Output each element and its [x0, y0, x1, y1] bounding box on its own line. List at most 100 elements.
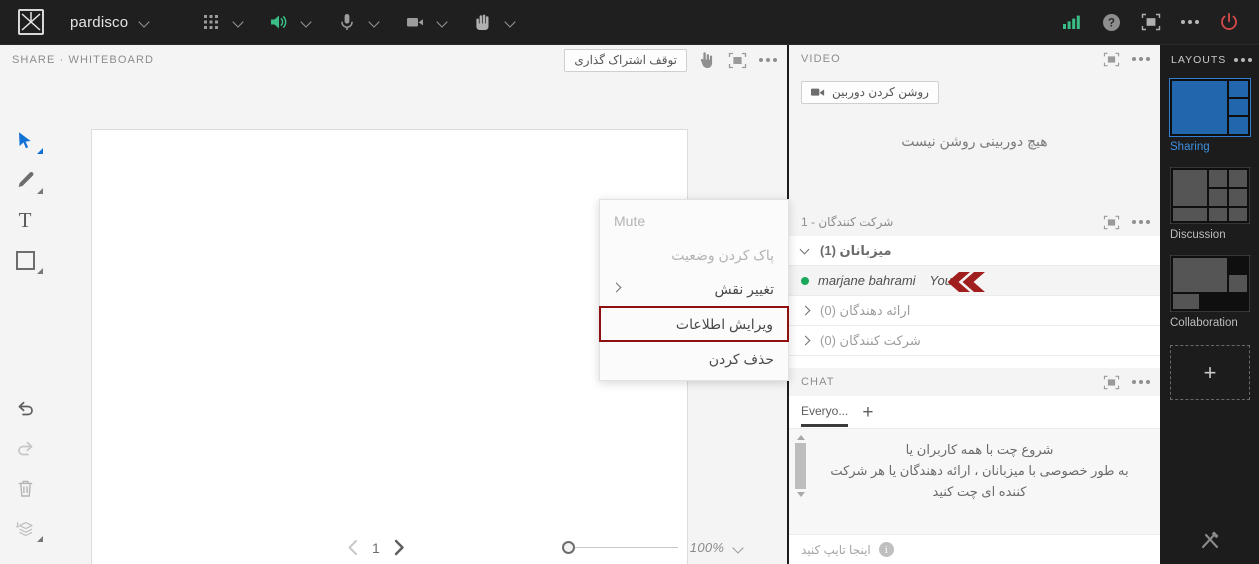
raise-hand-button[interactable] [472, 0, 494, 45]
chat-tab-everyone[interactable]: Everyo... [801, 398, 849, 427]
popout-icon[interactable] [1103, 375, 1120, 390]
tool-options-corner-icon [37, 268, 43, 274]
no-camera-message: هیچ دوربینی روشن نیست [901, 133, 1048, 149]
tools-button[interactable] [1161, 522, 1259, 558]
participants-group-attendees[interactable]: شرکت کنندگان (0) [789, 326, 1160, 356]
add-layout-button[interactable]: + [1170, 345, 1250, 400]
camera-dropdown[interactable] [436, 0, 450, 45]
signal-bars-icon[interactable] [1062, 12, 1082, 32]
chevron-down-icon [801, 246, 811, 256]
context-menu-item-remove[interactable]: حذف کردن [600, 342, 788, 376]
camera-button[interactable] [404, 0, 426, 45]
chevron-down-icon [436, 15, 450, 29]
context-menu-item-clear-status: پاک کردن وضعیت [600, 238, 788, 272]
layout-item-collaboration[interactable]: Collaboration [1161, 254, 1259, 339]
text-tool-button[interactable]: T [0, 200, 50, 240]
apps-grid-dropdown[interactable] [232, 0, 246, 45]
prev-page-button[interactable] [345, 538, 362, 557]
raised-hand-icon [476, 14, 489, 30]
layout-thumbnail-collaboration [1169, 254, 1251, 313]
participants-group-hosts[interactable]: میزبانان (1) [789, 236, 1160, 266]
next-page-button[interactable] [390, 538, 407, 557]
shape-tool-button[interactable] [0, 240, 50, 280]
chat-pod-title: CHAT [801, 376, 835, 388]
camera-icon [811, 88, 825, 96]
layout-item-sharing[interactable]: Sharing [1161, 78, 1259, 163]
more-dots-icon[interactable] [759, 58, 777, 62]
turn-on-camera-button[interactable]: روشن کردن دوربین [801, 81, 939, 104]
chat-empty-message: شروع چت با همه کاربران یا به طور خصوصی ب… [813, 439, 1146, 502]
video-pod-title: VIDEO [801, 53, 841, 65]
app-name-dropdown[interactable] [138, 0, 152, 45]
pardisco-logo-icon[interactable] [18, 9, 44, 35]
raise-hand-dropdown[interactable] [504, 0, 518, 45]
scroll-down-arrow-icon[interactable] [796, 492, 805, 497]
context-menu-item-label: پاک کردن وضعیت [671, 246, 774, 263]
speaker-dropdown[interactable] [300, 0, 314, 45]
group-label: میزبانان (1) [820, 242, 892, 258]
delete-button[interactable] [0, 468, 50, 508]
plus-icon[interactable]: + [862, 403, 873, 422]
undo-button[interactable] [0, 388, 50, 428]
chevron-right-icon [611, 282, 622, 293]
pencil-icon [18, 171, 33, 187]
chevron-right-icon [801, 336, 811, 346]
more-dots-icon[interactable] [1132, 220, 1150, 224]
more-dots-icon[interactable] [1181, 20, 1199, 24]
context-menu-item-change-role[interactable]: تغییر نقش [600, 272, 788, 306]
redo-arrow-icon [17, 441, 32, 455]
pen-tool-button[interactable] [0, 160, 50, 200]
apps-grid-button[interactable] [200, 0, 222, 45]
whiteboard-tool-rail: T [0, 120, 50, 564]
layout-item-discussion[interactable]: Discussion [1161, 166, 1259, 251]
video-pod: VIDEO روشن کردن دوربین هیچ دوربینی روشن … [789, 45, 1160, 208]
chat-input-row[interactable]: i اینجا تایپ کنید [789, 534, 1160, 564]
power-icon[interactable] [1219, 12, 1239, 32]
cursor-arrow-icon [18, 131, 31, 148]
pod-session-window: pardisco ? SHARE · WHITEBOARD توقف اشترا… [0, 0, 1259, 564]
zoom-slider-track[interactable] [574, 547, 678, 548]
zoom-level-label: 100% [689, 540, 725, 555]
popout-icon[interactable] [1141, 13, 1161, 31]
layout-name: Sharing [1170, 141, 1210, 153]
microphone-button[interactable] [336, 0, 358, 45]
more-dots-icon[interactable] [1132, 57, 1150, 61]
video-pod-header: VIDEO [789, 45, 1160, 73]
pointer-hand-icon[interactable] [699, 51, 716, 69]
group-label: ارائه دهندگان (0) [820, 302, 911, 318]
chat-input[interactable]: اینجا تایپ کنید [801, 543, 871, 557]
help-question-icon[interactable]: ? [1102, 13, 1121, 32]
chevron-down-icon [232, 15, 246, 29]
select-tool-button[interactable] [0, 120, 50, 160]
chat-scrollbar[interactable] [794, 435, 807, 497]
speaker-button[interactable] [268, 0, 290, 45]
stop-sharing-button[interactable]: توقف اشتراک گذاری [564, 48, 687, 72]
chevron-down-icon[interactable] [732, 541, 746, 555]
layouts-pod-header: LAYOUTS [1161, 45, 1259, 75]
context-menu-item-mute: Mute [600, 204, 788, 238]
popout-icon[interactable] [728, 52, 747, 69]
popout-icon[interactable] [1103, 52, 1120, 67]
svg-text:?: ? [1108, 17, 1115, 29]
top-toolbar: pardisco ? [0, 0, 1259, 45]
camera-button-label: روشن کردن دوربین [832, 85, 929, 99]
info-circle-icon[interactable]: i [878, 542, 894, 557]
grid-apps-icon [204, 15, 219, 29]
chevron-right-icon [801, 306, 811, 316]
microphone-dropdown[interactable] [368, 0, 382, 45]
context-menu-item-label: Mute [614, 213, 646, 229]
scroll-up-arrow-icon[interactable] [796, 435, 805, 440]
participant-row-marjane-bahrami[interactable]: marjane bahrami You [789, 266, 1160, 296]
popout-icon[interactable] [1103, 215, 1120, 230]
chevron-down-icon [300, 15, 314, 29]
layouts-pod: LAYOUTS Sharing Discussion Collaboration… [1161, 45, 1259, 564]
chat-message-line-1: شروع چت با همه کاربران یا [905, 442, 1054, 457]
redo-button[interactable] [0, 428, 50, 468]
zoom-slider-handle[interactable] [561, 541, 575, 554]
more-dots-icon[interactable] [1234, 58, 1253, 62]
context-menu-item-edit-info[interactable]: ویرایش اطلاعات [599, 306, 789, 342]
scrollbar-thumb[interactable] [795, 443, 806, 489]
square-icon [15, 250, 35, 270]
more-dots-icon[interactable] [1132, 380, 1150, 384]
participants-group-presenters[interactable]: ارائه دهندگان (0) [789, 296, 1160, 326]
